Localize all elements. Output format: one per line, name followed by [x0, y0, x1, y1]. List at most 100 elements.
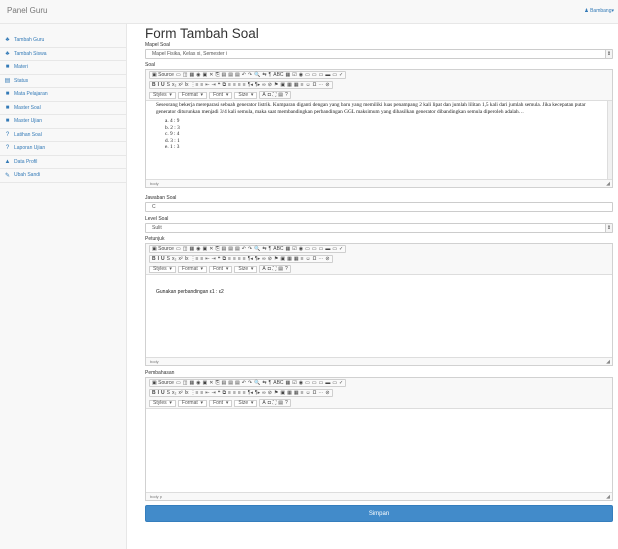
- toolbar-button[interactable]: ☺: [306, 390, 311, 396]
- toolbar-button[interactable]: ⧉: [222, 390, 226, 396]
- toolbar-button[interactable]: ¶◂: [248, 82, 253, 88]
- toolbar-button[interactable]: ▭: [319, 380, 324, 386]
- toolbar-button[interactable]: Ix: [185, 390, 189, 396]
- toolbar-button[interactable]: Ix: [185, 256, 189, 262]
- toolbar-button[interactable]: ▦: [189, 380, 194, 386]
- toolbar-help-button[interactable]: ?: [285, 266, 288, 272]
- toolbar-button[interactable]: ▣: [280, 82, 285, 88]
- sidebar-item-master-soal[interactable]: ■ Master Soal: [0, 102, 126, 115]
- editor-scrollbar[interactable]: [607, 101, 612, 179]
- toolbar-button[interactable]: ≡: [243, 82, 246, 88]
- toolbar-button[interactable]: ⎘: [215, 380, 219, 386]
- toolbar-button[interactable]: ¶◂: [248, 256, 253, 262]
- toolbar-button[interactable]: ≡: [238, 256, 241, 262]
- toolbar-button[interactable]: ◉: [299, 380, 303, 386]
- toolbar-button[interactable]: ▤: [222, 72, 227, 78]
- sidebar-item-master-ujian[interactable]: ■ Master Ujian: [0, 115, 126, 129]
- toolbar-button[interactable]: ▣ Source: [152, 72, 174, 78]
- toolbar-button[interactable]: ☺: [306, 256, 311, 262]
- toolbar-button[interactable]: ≡: [301, 82, 304, 88]
- toolbar-button[interactable]: ≡: [243, 390, 246, 396]
- toolbar-button[interactable]: ¶▸: [255, 390, 260, 396]
- font-dropdown[interactable]: Font ▾: [209, 265, 233, 273]
- toolbar-button[interactable]: ▦: [294, 390, 299, 396]
- toolbar-button[interactable]: ⇥: [212, 390, 216, 396]
- toolbar-button[interactable]: ▤: [235, 72, 240, 78]
- toolbar-button[interactable]: U: [161, 390, 165, 396]
- pembahasan-content[interactable]: [146, 408, 612, 493]
- jawaban-input[interactable]: C: [145, 202, 613, 212]
- toolbar-button[interactable]: ABC: [273, 246, 283, 252]
- soal-editor[interactable]: ▣ Source ▭ ◫ ▦ ◉ ▣ ✕ ⎘ ▤ ▤ ▤ ↶ ↷ 🔍 ⇆ ¶ ABC ▦ ☑ ◉ ▭ ▭ ▭ ▬ ▭ ✓ B I U Sx…: [145, 69, 613, 188]
- mapel-select[interactable]: Mapel Fisika, Kelas xi, Semester i ⇕: [145, 49, 613, 59]
- toolbar-button[interactable]: ◉: [196, 246, 200, 252]
- toolbar-button[interactable]: ABC: [273, 72, 283, 78]
- toolbar-button[interactable]: ▬: [325, 72, 330, 78]
- toolbar-button[interactable]: ⊘: [268, 256, 272, 262]
- sidebar-item-mata-pelajaran[interactable]: ■ Mata Pelajaran: [0, 88, 126, 102]
- toolbar-button[interactable]: ▭: [332, 380, 337, 386]
- resize-icon[interactable]: ◢: [606, 359, 610, 366]
- toolbar-button[interactable]: ▦: [287, 256, 292, 262]
- toolbar-button[interactable]: ≡: [301, 256, 304, 262]
- sidebar-item-data-profil[interactable]: ▲ Data Profil: [0, 156, 126, 169]
- toolbar-button[interactable]: ▣: [203, 380, 208, 386]
- toolbar-button[interactable]: ⧉: [222, 256, 226, 262]
- toolbar-button[interactable]: 🔍: [254, 380, 260, 386]
- toolbar-button[interactable]: ☑: [292, 380, 296, 386]
- resize-icon[interactable]: ◢: [606, 181, 610, 188]
- toolbar-button[interactable]: Ω: [313, 256, 317, 262]
- toolbar-button[interactable]: ≡: [233, 82, 236, 88]
- toolbar-button[interactable]: ⚑: [274, 390, 278, 396]
- level-select[interactable]: Sulit ⇕: [145, 223, 613, 233]
- toolbar-button[interactable]: ▣: [280, 256, 285, 262]
- toolbar-button[interactable]: ▦: [286, 380, 291, 386]
- toolbar-button[interactable]: ◉: [299, 72, 303, 78]
- toolbar-button[interactable]: ∞: [262, 82, 266, 88]
- toolbar-button[interactable]: ≡: [228, 390, 231, 396]
- toolbar-b-button[interactable]: ◘: [268, 400, 271, 406]
- sidebar-item-ubah-sandi[interactable]: ✎ Ubah Sandi: [0, 169, 126, 183]
- toolbar-button[interactable]: ≡: [233, 390, 236, 396]
- toolbar-button[interactable]: ▭: [176, 72, 181, 78]
- toolbar-a-button[interactable]: A: [262, 266, 265, 272]
- toolbar-button[interactable]: ▦: [294, 256, 299, 262]
- toolbar-button[interactable]: ↷: [248, 380, 252, 386]
- toolbar-button[interactable]: ◫: [183, 246, 188, 252]
- toolbar-button[interactable]: ⋯: [318, 390, 323, 396]
- save-button[interactable]: Simpan: [145, 505, 613, 522]
- toolbar-button[interactable]: ⊘: [325, 390, 329, 396]
- toolbar-button[interactable]: ⎘: [215, 246, 219, 252]
- toolbar-button[interactable]: ⋮≡: [191, 82, 199, 88]
- format-dropdown[interactable]: Format ▾: [177, 399, 208, 407]
- toolbar-button[interactable]: ⊘: [325, 256, 329, 262]
- toolbar-button[interactable]: ¶: [269, 380, 272, 386]
- pembahasan-editor[interactable]: ▣ Source ▭ ◫ ▦ ◉ ▣ ✕ ⎘ ▤ ▤ ▤ ↶ ↷ 🔍 ⇆ ¶ ABC ▦ ☑ ◉ ▭ ▭ ▭ ▬ ▭ ✓ B I U Sx…: [145, 377, 613, 501]
- toolbar-button[interactable]: ≡: [228, 256, 231, 262]
- toolbar-button[interactable]: ≡: [238, 390, 241, 396]
- toolbar-button[interactable]: ❝: [218, 256, 221, 262]
- toolbar-button[interactable]: ◫: [183, 380, 188, 386]
- toolbar-button[interactable]: ¶: [269, 72, 272, 78]
- toolbar-help-button[interactable]: ?: [285, 400, 288, 406]
- toolbar-button[interactable]: S: [167, 390, 170, 396]
- toolbar-button[interactable]: Ω: [313, 390, 317, 396]
- toolbar-button[interactable]: ▣: [280, 390, 285, 396]
- toolbar-button[interactable]: ⇆: [262, 246, 266, 252]
- toolbar-button[interactable]: U: [161, 256, 165, 262]
- toolbar-button[interactable]: ⋮≡: [191, 390, 199, 396]
- toolbar-button[interactable]: ▭: [312, 72, 317, 78]
- toolbar-button[interactable]: S: [167, 82, 170, 88]
- toolbar-button[interactable]: ▭: [319, 72, 324, 78]
- toolbar-button[interactable]: ▤: [235, 246, 240, 252]
- toolbar-button[interactable]: ▭: [305, 380, 310, 386]
- toolbar-button[interactable]: ≡: [233, 256, 236, 262]
- toolbar-button[interactable]: ⧉: [222, 82, 226, 88]
- soal-content[interactable]: Seseorang bekerja mereparasi sebuah gene…: [146, 100, 612, 180]
- toolbar-button[interactable]: ▦: [286, 72, 291, 78]
- toolbar-button[interactable]: ▭: [305, 72, 310, 78]
- user-menu[interactable]: ♟ Bambang▾: [584, 8, 614, 14]
- sidebar-item-laporan-ujian[interactable]: ? Laporan Ujian: [0, 142, 126, 156]
- sidebar-item-tambah-guru[interactable]: ♣ Tambah Guru: [0, 34, 126, 48]
- toolbar-button[interactable]: ∞: [262, 256, 266, 262]
